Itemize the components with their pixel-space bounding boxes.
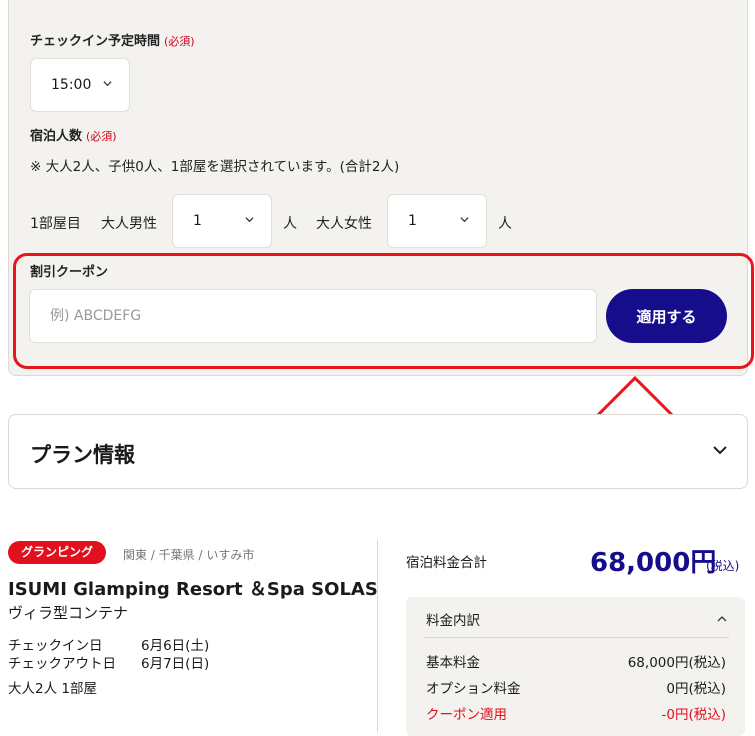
adult-male-select[interactable]: 1 (172, 194, 272, 248)
checkin-date-label: チェックイン日 (8, 638, 103, 654)
checkout-date-value: 6月7日(日) (141, 656, 210, 672)
checkout-date-label: チェックアウト日 (8, 656, 116, 672)
total-price-tax: (税込) (706, 559, 740, 573)
chevron-down-icon (103, 78, 112, 91)
guests-summary: 大人2人 1部屋 (8, 681, 97, 697)
required-mark: (必須) (86, 130, 117, 143)
vertical-divider (377, 540, 378, 732)
unit-label: 人 (498, 216, 512, 232)
breakdown-row-value: 0円(税込) (666, 681, 726, 697)
breakdown-title: 料金内訳 (426, 613, 480, 629)
checkin-time-select[interactable]: 15:00 (30, 58, 130, 112)
adult-female-label: 大人女性 (316, 216, 372, 232)
category-tag: グランピング (8, 541, 107, 564)
price-breakdown-panel: 料金内訳 基本料金 68,000円(税込) オプション料金 0円(税込) クーポ… (406, 597, 745, 736)
adult-female-select[interactable]: 1 (387, 194, 487, 248)
breakdown-row-value: 68,000円(税込) (627, 655, 726, 671)
apply-coupon-button[interactable]: 適用する (606, 289, 727, 343)
facility-name: ISUMI Glamping Resort ＆Spa SOLAS (8, 579, 378, 600)
adult-female-value: 1 (408, 213, 417, 229)
room-label: 1部屋目 (30, 216, 81, 232)
breakdown-row-value: -0円(税込) (661, 707, 727, 723)
guests-label: 宿泊人数 (必須) (30, 129, 117, 144)
checkin-time-label: チェックイン予定時間 (必須) (30, 34, 195, 49)
adult-male-value: 1 (193, 213, 202, 229)
chevron-down-icon (460, 214, 469, 227)
breakdown-row: オプション料金 0円(税込) (426, 677, 726, 697)
total-price-label: 宿泊料金合計 (406, 555, 487, 571)
total-price-value: 68,000円 (590, 548, 717, 578)
breakdown-row: 基本料金 68,000円(税込) (426, 651, 726, 671)
breakdown-row-label: 基本料金 (426, 655, 480, 671)
plan-info-title: プラン情報 (30, 443, 135, 467)
checkin-date-value: 6月6日(土) (141, 638, 210, 654)
breakdown-row-coupon: クーポン適用 -0円(税込) (426, 703, 726, 723)
unit-label: 人 (283, 216, 297, 232)
guests-note: ※ 大人2人、子供0人、1部屋を選択されています。(合計2人) (30, 159, 400, 175)
room-type: ヴィラ型コンテナ (8, 604, 129, 622)
location-breadcrumb: 関東 / 千葉県 / いすみ市 (123, 548, 255, 562)
adult-male-label: 大人男性 (101, 216, 157, 232)
breakdown-row-label: オプション料金 (426, 681, 521, 697)
coupon-input[interactable] (29, 289, 597, 343)
chevron-down-icon[interactable] (711, 441, 729, 463)
chevron-up-icon[interactable] (717, 609, 727, 628)
coupon-label: 割引クーポン (30, 265, 109, 280)
divider (424, 637, 729, 638)
required-mark: (必須) (164, 35, 195, 48)
plan-info-accordion[interactable]: プラン情報 (8, 414, 748, 489)
breakdown-row-label: クーポン適用 (426, 707, 507, 723)
chevron-down-icon (245, 214, 254, 227)
checkin-time-value: 15:00 (51, 77, 92, 93)
